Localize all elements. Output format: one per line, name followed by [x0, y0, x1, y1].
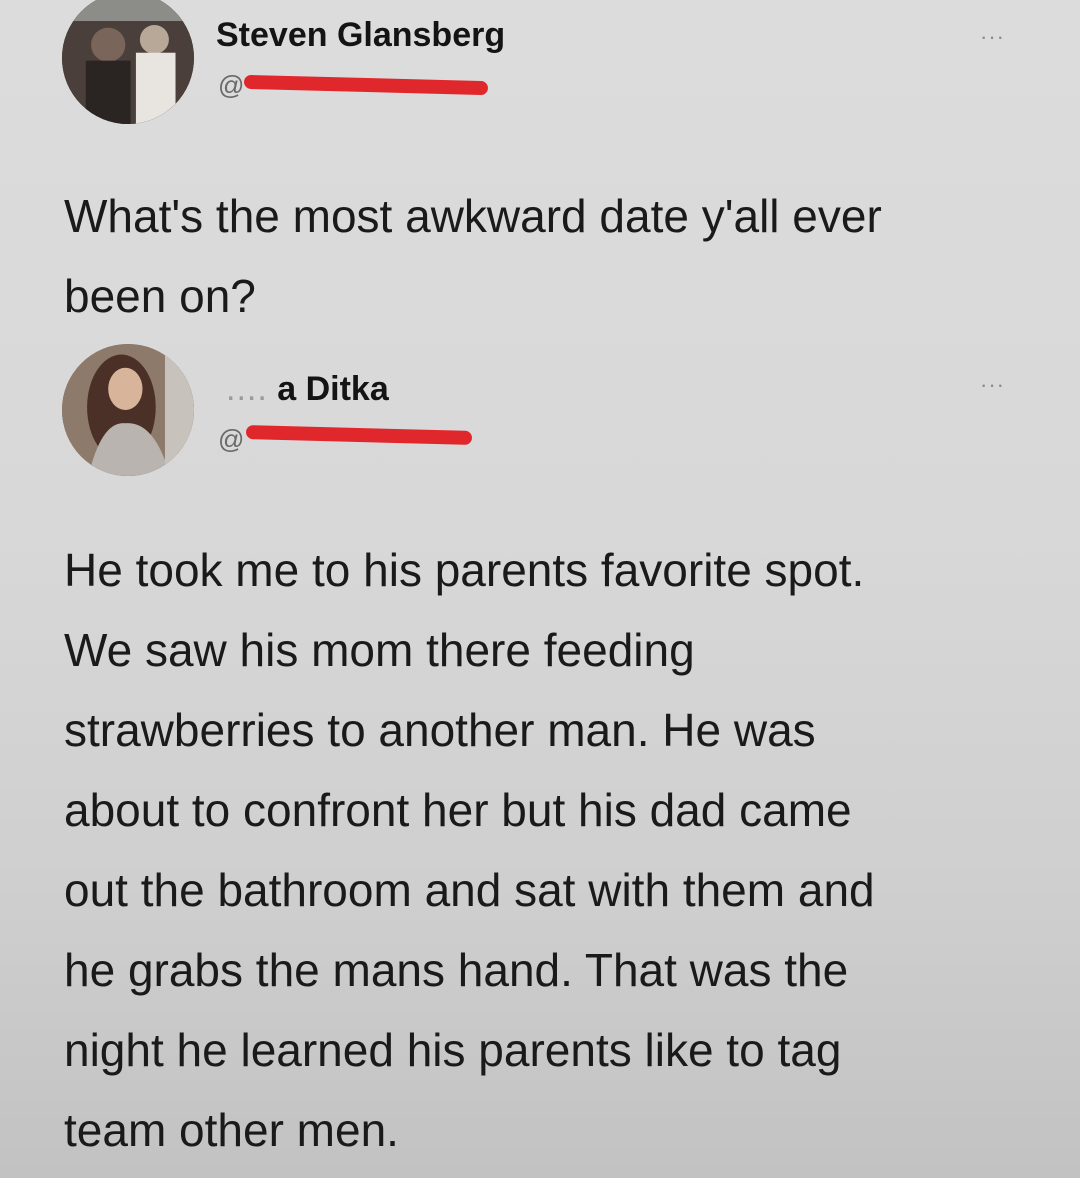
reply-avatar-image [62, 344, 194, 476]
author-handle[interactable]: @ [218, 70, 244, 101]
reply-more-options-icon[interactable]: ··· [980, 372, 1005, 398]
reply-text: He took me to his parents favorite spot.… [64, 544, 875, 1156]
steven-avatar-image [62, 0, 194, 124]
more-options-icon[interactable]: ··· [980, 24, 1005, 50]
handle-redaction [243, 74, 489, 96]
tweet-text: What's the most awkward date y'all ever … [64, 190, 882, 322]
steven-avatar[interactable] [62, 0, 194, 124]
reply-author-handle[interactable]: @ [218, 424, 244, 455]
reply-author-name-obscured: .... [226, 370, 268, 408]
reply-author-name-visible: a Ditka [277, 370, 389, 408]
reply-avatar[interactable] [62, 344, 194, 476]
reply-author-name[interactable]: .... a Ditka [226, 370, 389, 409]
reply-handle-redaction [245, 425, 473, 445]
author-name[interactable]: Steven Glansberg [216, 16, 505, 55]
